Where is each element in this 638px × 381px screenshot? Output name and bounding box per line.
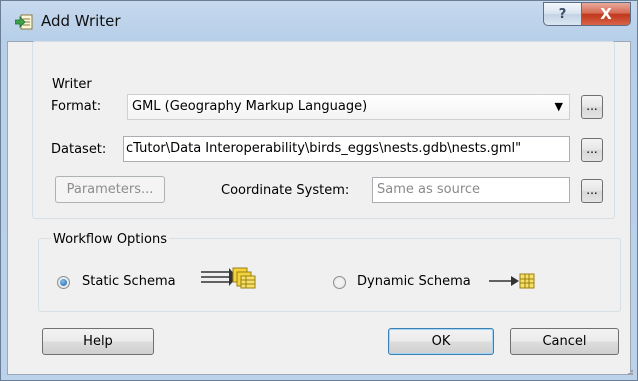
parameters-label: Parameters... [66,182,154,197]
resize-grip-icon[interactable] [624,366,634,376]
dataset-value: cTutor\Data Interoperability\birds_eggs\… [126,141,522,156]
format-dropdown[interactable]: GML (Geography Markup Language) ▼ [127,94,570,120]
static-schema-radio[interactable] [57,276,70,289]
coordinate-system-placeholder: Same as source [377,182,481,197]
dataset-browse-button[interactable]: ... [581,138,603,162]
ok-button-label: OK [431,334,451,349]
help-button-label: Help [83,334,113,349]
coordinate-system-browse-button[interactable]: ... [581,179,603,203]
browse-label: ... [586,183,598,197]
static-schema-icon [201,267,256,289]
chevron-down-icon: ▼ [554,100,563,113]
help-title-button[interactable]: ? [543,2,582,26]
question-icon: ? [558,6,567,22]
dynamic-schema-radio[interactable] [333,276,346,289]
cancel-button-label: Cancel [542,334,587,349]
add-writer-dialog: Add Writer ? X Writer Format: GML (Geogr… [0,0,638,381]
workflow-options-label: Workflow Options [51,232,169,247]
close-icon: X [600,5,612,23]
writer-group-label: Writer [50,77,94,92]
ok-button[interactable]: OK [388,328,494,355]
title-bar[interactable]: Add Writer ? X [1,1,637,41]
format-browse-button[interactable]: ... [581,95,603,119]
radio-selected-dot [60,279,67,286]
cancel-button[interactable]: Cancel [510,328,619,355]
format-value: GML (Geography Markup Language) [132,99,368,114]
coordinate-system-input[interactable]: Same as source [372,177,570,203]
dynamic-schema-label[interactable]: Dynamic Schema [357,274,471,289]
static-schema-label[interactable]: Static Schema [82,274,176,289]
browse-label: ... [586,142,598,156]
browse-label: ... [586,99,598,113]
help-button[interactable]: Help [42,328,154,355]
dynamic-schema-icon [489,273,535,289]
coordinate-system-label: Coordinate System: [221,183,350,198]
format-label: Format: [51,99,102,114]
dataset-input[interactable]: cTutor\Data Interoperability\birds_eggs\… [123,136,570,162]
parameters-button[interactable]: Parameters... [55,176,165,203]
close-button[interactable]: X [581,2,631,26]
add-writer-app-icon [15,14,33,30]
dialog-title: Add Writer [41,12,121,30]
dataset-label: Dataset: [51,142,107,157]
dialog-body: Writer Format: GML (Geography Markup Lan… [7,41,634,376]
